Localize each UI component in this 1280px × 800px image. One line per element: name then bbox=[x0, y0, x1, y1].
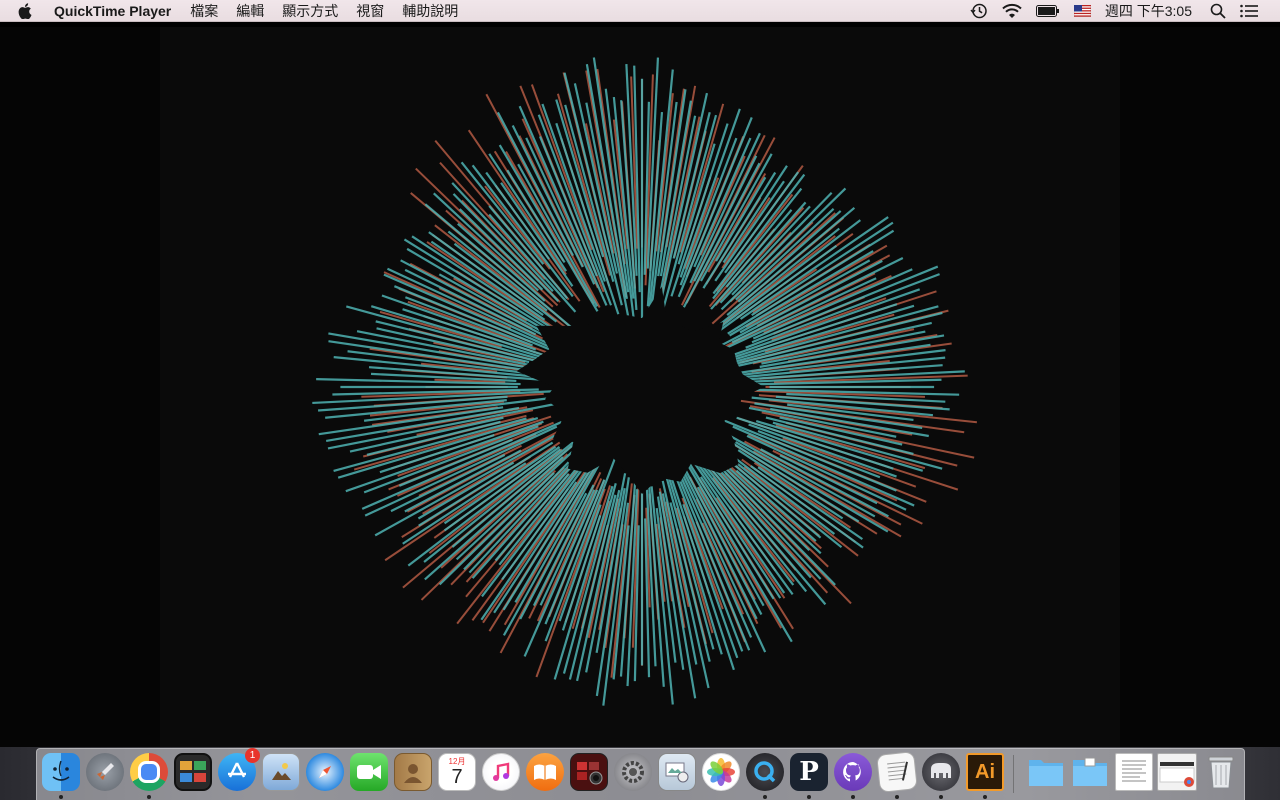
app-store-badge: 1 bbox=[245, 748, 260, 763]
elephant-icon[interactable] bbox=[922, 753, 960, 791]
system-preferences-icon[interactable] bbox=[614, 753, 652, 791]
us-flag-input-icon[interactable] bbox=[1073, 5, 1091, 17]
photos-icon[interactable] bbox=[702, 753, 740, 791]
dock-separator bbox=[1013, 755, 1014, 793]
illustrator-icon[interactable]: Ai bbox=[966, 753, 1004, 791]
running-indicator bbox=[807, 795, 811, 799]
app-name-menu[interactable]: QuickTime Player bbox=[54, 3, 171, 19]
image-capture-icon[interactable] bbox=[658, 753, 696, 791]
clock[interactable]: 週四 下午3:05 bbox=[1105, 1, 1192, 21]
running-indicator bbox=[895, 795, 899, 799]
quicktime-video-window[interactable] bbox=[0, 27, 1280, 747]
calendar-icon[interactable]: 12月 7 bbox=[438, 753, 476, 791]
launchpad-icon[interactable] bbox=[86, 753, 124, 791]
running-indicator bbox=[147, 795, 151, 799]
running-indicator bbox=[851, 795, 855, 799]
photo-booth-icon[interactable] bbox=[174, 753, 212, 791]
video-frame[interactable] bbox=[160, 27, 1120, 747]
spotlight-icon[interactable] bbox=[1210, 3, 1226, 19]
menu-file[interactable]: 檔案 bbox=[190, 1, 218, 21]
dock: 1 12月 7 P Ai bbox=[36, 748, 1245, 800]
github-icon[interactable] bbox=[834, 753, 872, 791]
menu-bar: QuickTime Player 檔案 編輯 顯示方式 視窗 輔助說明 週四 下… bbox=[0, 0, 1280, 22]
document-icon[interactable] bbox=[1115, 753, 1153, 791]
trash-icon[interactable] bbox=[1202, 753, 1240, 791]
chrome-icon[interactable] bbox=[130, 753, 168, 791]
ibooks-icon[interactable] bbox=[526, 753, 564, 791]
notification-center-icon[interactable] bbox=[1240, 4, 1258, 18]
app-store-icon[interactable]: 1 bbox=[218, 748, 260, 791]
running-indicator bbox=[59, 795, 63, 799]
textedit-icon[interactable] bbox=[876, 751, 918, 793]
running-indicator bbox=[939, 795, 943, 799]
safari-icon[interactable] bbox=[306, 753, 344, 791]
battery-icon[interactable] bbox=[1035, 5, 1060, 17]
illustrator-letter: Ai bbox=[975, 760, 995, 783]
apple-menu-icon[interactable] bbox=[18, 2, 38, 19]
chrome-window-icon[interactable] bbox=[1157, 753, 1197, 791]
preview-icon[interactable] bbox=[262, 753, 300, 791]
facetime-icon[interactable] bbox=[350, 753, 388, 791]
quicktime-icon[interactable] bbox=[746, 753, 784, 791]
menu-view[interactable]: 顯示方式 bbox=[282, 1, 338, 21]
menu-help[interactable]: 輔助說明 bbox=[402, 1, 458, 21]
wifi-icon[interactable] bbox=[1002, 3, 1022, 19]
time-machine-icon[interactable] bbox=[970, 2, 988, 20]
running-indicator bbox=[983, 795, 987, 799]
folder-icon[interactable] bbox=[1071, 753, 1109, 791]
p-app-icon[interactable]: P bbox=[790, 753, 828, 791]
audio-visualizer-graphic bbox=[312, 57, 977, 706]
calendar-day: 7 bbox=[451, 766, 463, 788]
itunes-icon[interactable] bbox=[482, 753, 520, 791]
running-indicator bbox=[763, 795, 767, 799]
folder-icon[interactable] bbox=[1027, 753, 1065, 791]
menu-window[interactable]: 視窗 bbox=[356, 1, 384, 21]
finder-icon[interactable] bbox=[42, 753, 80, 791]
contacts-icon[interactable] bbox=[394, 753, 432, 791]
p-app-letter: P bbox=[799, 757, 819, 787]
photo-booth-camera-icon[interactable] bbox=[570, 753, 608, 791]
menu-edit[interactable]: 編輯 bbox=[236, 1, 264, 21]
